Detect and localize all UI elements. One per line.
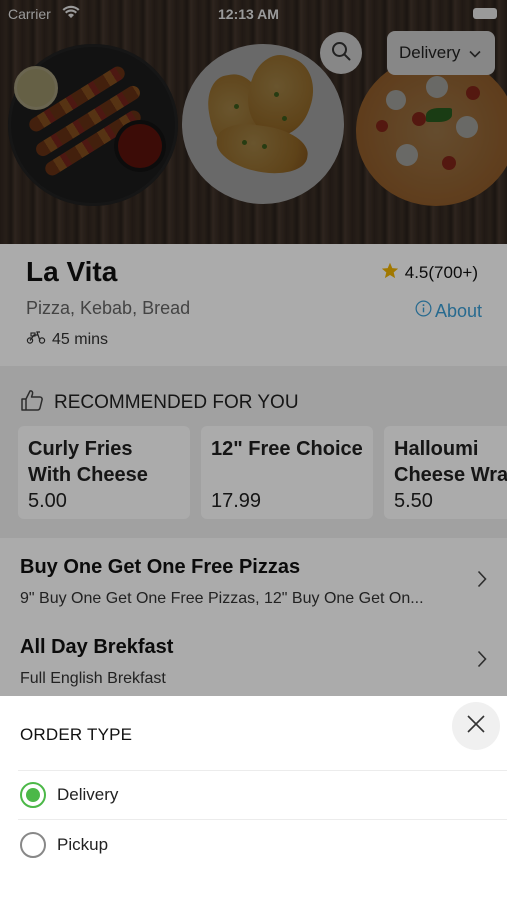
order-type-title: ORDER TYPE xyxy=(20,725,133,744)
divider xyxy=(18,770,507,771)
modal-backdrop[interactable] xyxy=(0,0,507,696)
restaurant-screen: Carrier 12:13 AM Delivery La Vita 4.5(70… xyxy=(0,0,507,900)
order-option-delivery[interactable]: Delivery xyxy=(20,775,480,815)
radio-selected[interactable] xyxy=(20,782,46,808)
order-option-label: Delivery xyxy=(57,785,119,804)
order-option-label: Pickup xyxy=(57,835,109,854)
divider xyxy=(18,819,507,820)
order-type-sheet: ORDER TYPE Delivery Pickup xyxy=(0,696,507,900)
radio-unselected[interactable] xyxy=(20,832,46,858)
close-icon xyxy=(466,714,486,739)
order-option-pickup[interactable]: Pickup xyxy=(20,825,480,865)
close-button[interactable] xyxy=(452,702,500,750)
